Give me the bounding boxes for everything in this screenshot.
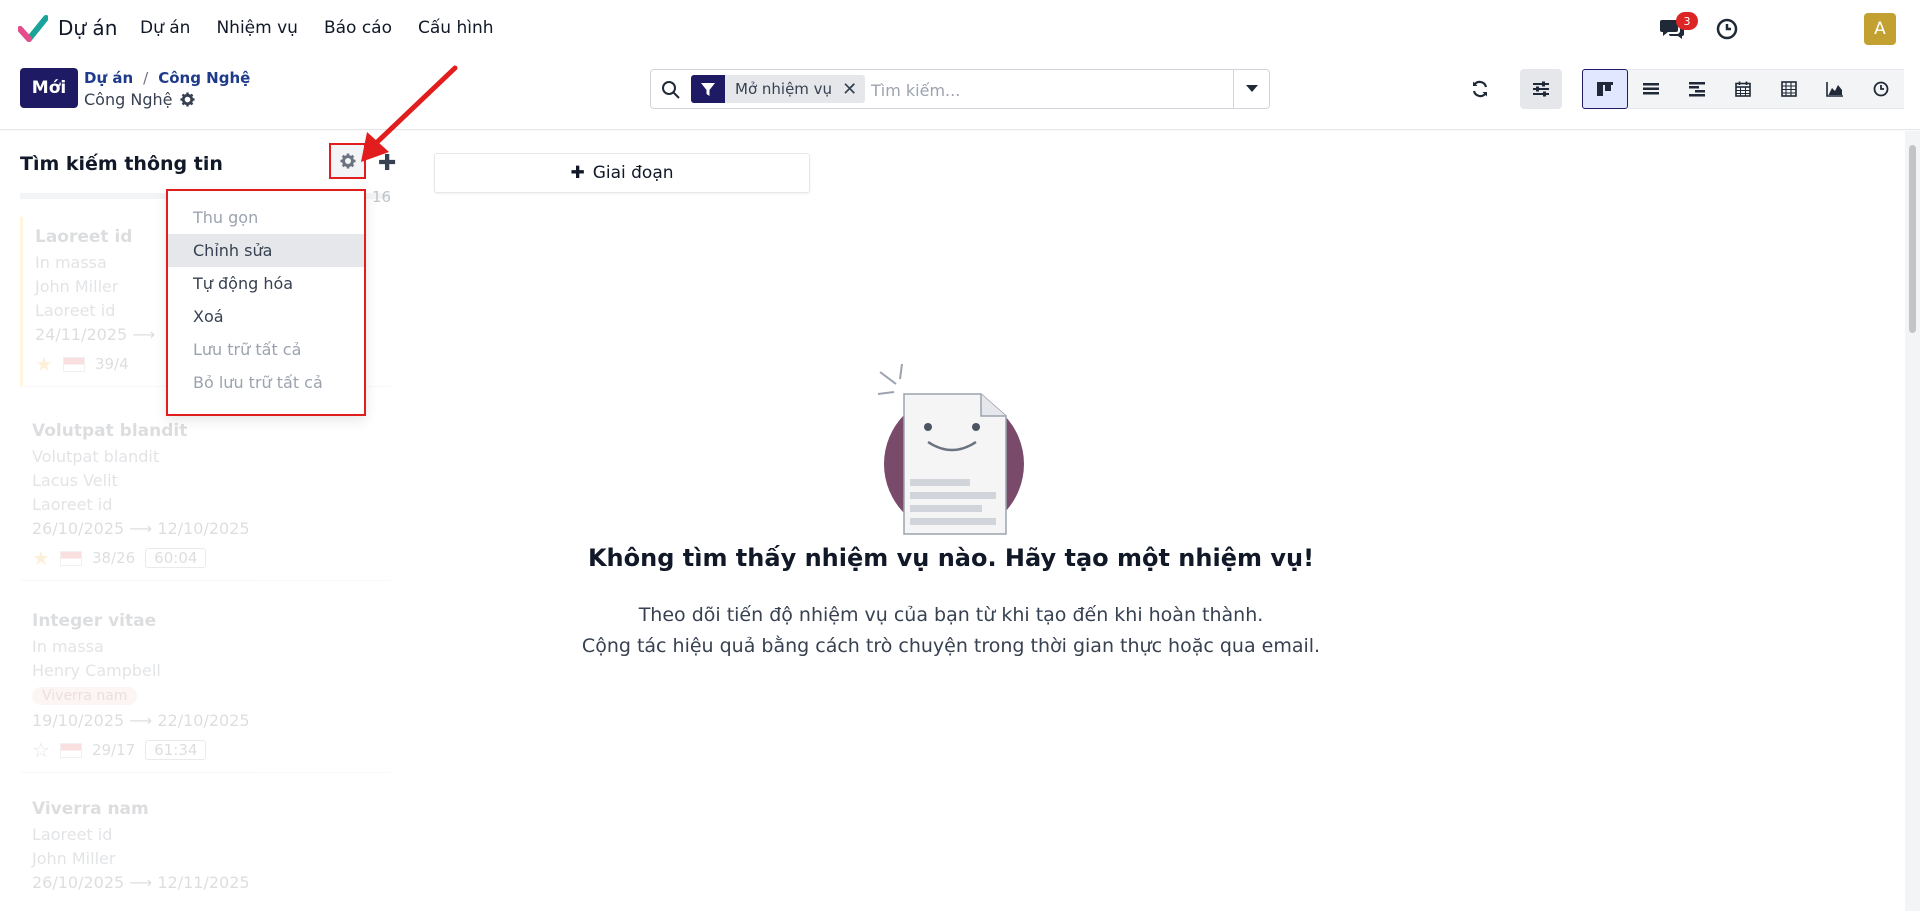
search-facet: Mở nhiệm vụ ✕ [691, 75, 866, 103]
card-timer: 61:34 [145, 740, 207, 760]
menu-item-archive-all[interactable]: Lưu trữ tất cả [168, 333, 364, 366]
calendar-view-button[interactable] [1720, 69, 1766, 109]
clock-icon [1873, 81, 1889, 97]
flag-icon [59, 742, 82, 758]
menu-item-bao-cao[interactable]: Báo cáo [324, 18, 392, 38]
search-options-toggle[interactable] [1233, 70, 1269, 108]
search-input[interactable] [871, 78, 1211, 102]
new-button[interactable]: Mới [20, 68, 78, 108]
add-stage-button[interactable]: ✚ Giai đoạn [434, 153, 810, 193]
kanban-view-button[interactable] [1582, 69, 1628, 109]
card-project: Volutpat blandit [32, 447, 160, 466]
card-title: Volutpat blandit [32, 421, 188, 441]
caret-down-icon [1245, 85, 1258, 92]
refresh-icon [1472, 80, 1488, 98]
view-settings-button[interactable] [1520, 69, 1562, 109]
star-icon[interactable]: ★ [35, 352, 53, 376]
card-dates: 19/10/2025 ⟶ 22/10/2025 [32, 711, 250, 730]
menu-item-unarchive-all[interactable]: Bỏ lưu trữ tất cả [168, 366, 364, 399]
add-stage-label: Giai đoạn [592, 163, 674, 183]
calendar-icon [1735, 81, 1751, 97]
star-icon[interactable]: ★ [32, 546, 50, 570]
user-avatar[interactable]: A [1864, 13, 1896, 45]
star-icon[interactable]: ☆ [32, 738, 50, 762]
view-switcher [1582, 69, 1904, 109]
search-icon [662, 81, 680, 99]
column-record-count: 16 [372, 188, 392, 206]
flag-icon [59, 550, 82, 566]
breadcrumb-item-du-an[interactable]: Dự án [84, 69, 133, 87]
gear-icon [340, 153, 355, 169]
menu-item-edit[interactable]: Chỉnh sửa [168, 234, 364, 267]
empty-state-title: Không tìm thấy nhiệm vụ nào. Hãy tạo một… [587, 544, 1315, 572]
breadcrumb-separator: / [143, 69, 149, 87]
column-settings-dropdown: Thu gọn Chỉnh sửa Tự động hóa Xoá Lưu tr… [166, 189, 366, 416]
breadcrumb: Dự án / Công Nghệ [84, 69, 250, 87]
kanban-icon [1597, 82, 1613, 96]
card-dates: 26/10/2025 ⟶ 12/10/2025 [32, 519, 250, 538]
facet-remove-icon[interactable]: ✕ [842, 79, 865, 100]
list-view-button[interactable] [1628, 69, 1674, 109]
menu-item-nhiem-vu[interactable]: Nhiệm vụ [216, 18, 297, 38]
activity-clock-icon[interactable] [1716, 18, 1738, 40]
card-project: Laoreet id [32, 825, 113, 844]
card-sub: Laoreet id [32, 495, 113, 514]
main-menu: Dự án Nhiệm vụ Báo cáo Cấu hình [140, 18, 494, 38]
graph-view-button[interactable] [1812, 69, 1858, 109]
column-title: Tìm kiếm thông tin [20, 153, 223, 175]
app-name[interactable]: Dự án [58, 16, 117, 40]
project-app-logo-icon[interactable] [18, 15, 48, 43]
menu-item-fold[interactable]: Thu gọn [168, 201, 364, 234]
gear-icon[interactable] [180, 92, 195, 107]
card-meta: ☆ 29/17 61:34 [32, 738, 378, 762]
refresh-button[interactable] [1462, 69, 1498, 109]
gantt-view-button[interactable] [1674, 69, 1720, 109]
page-title: Công Nghệ [84, 90, 173, 109]
kanban-card[interactable]: Viverra nam Laoreet id John Miller 26/10… [20, 789, 390, 910]
flag-icon [62, 356, 85, 372]
sliders-icon [1533, 81, 1549, 97]
table-icon [1781, 81, 1797, 97]
menu-item-cau-hinh[interactable]: Cấu hình [418, 18, 494, 38]
card-user: John Miller [32, 849, 116, 868]
card-project: In massa [32, 637, 104, 656]
breadcrumb-item-cong-nghe[interactable]: Công Nghệ [158, 69, 250, 87]
menu-item-du-an[interactable]: Dự án [140, 18, 190, 38]
menu-item-automation[interactable]: Tự động hóa [168, 267, 364, 300]
card-timer: 60:04 [145, 548, 207, 568]
card-user: Henry Campbell [32, 661, 161, 680]
filter-icon [691, 75, 725, 103]
page-subtitle: Công Nghệ [84, 90, 195, 109]
facet-label: Mở nhiệm vụ [735, 80, 833, 98]
plus-icon: ✚ [570, 163, 585, 183]
activity-view-button[interactable] [1858, 69, 1904, 109]
kanban-card[interactable]: Volutpat blandit Volutpat blandit Lacus … [20, 411, 390, 581]
card-checklist: 39/4 [94, 355, 129, 373]
card-tag: Viverra nam [32, 687, 138, 705]
control-panel: Mới Dự án / Công Nghệ Công Nghệ Mở nhiệm… [0, 58, 1920, 130]
menu-item-delete[interactable]: Xoá [168, 300, 364, 333]
chat-badge: 3 [1676, 12, 1698, 30]
card-title: Integer vitae [32, 611, 157, 631]
scrollbar-thumb[interactable] [1909, 145, 1916, 333]
kanban-card[interactable]: Integer vitae In massa Henry Campbell Vi… [20, 601, 390, 773]
card-dates: 26/10/2025 ⟶ 12/11/2025 [32, 873, 250, 892]
card-checklist: 29/17 [91, 741, 136, 759]
list-icon [1643, 83, 1659, 95]
search-bar: Mở nhiệm vụ ✕ [650, 69, 1270, 109]
pivot-view-button[interactable] [1766, 69, 1812, 109]
top-navbar: Dự án Dự án Nhiệm vụ Báo cáo Cấu hình 3 … [0, 0, 1920, 58]
empty-state-line-1: Theo dõi tiến độ nhiệm vụ của bạn từ khi… [638, 604, 1264, 626]
empty-state-description: Theo dõi tiến độ nhiệm vụ của bạn từ khi… [560, 600, 1342, 662]
empty-document-illustration [877, 364, 1024, 535]
card-title: Viverra nam [32, 799, 149, 819]
card-meta: ★ 38/26 60:04 [32, 546, 378, 570]
card-checklist: 38/26 [91, 549, 136, 567]
area-chart-icon [1826, 82, 1843, 97]
card-user: Lacus Velit [32, 471, 118, 490]
empty-state-line-2: Cộng tác hiệu quả bằng cách trò chuyện t… [581, 635, 1321, 657]
vertical-scrollbar[interactable] [1905, 131, 1920, 911]
gantt-icon [1689, 82, 1705, 97]
